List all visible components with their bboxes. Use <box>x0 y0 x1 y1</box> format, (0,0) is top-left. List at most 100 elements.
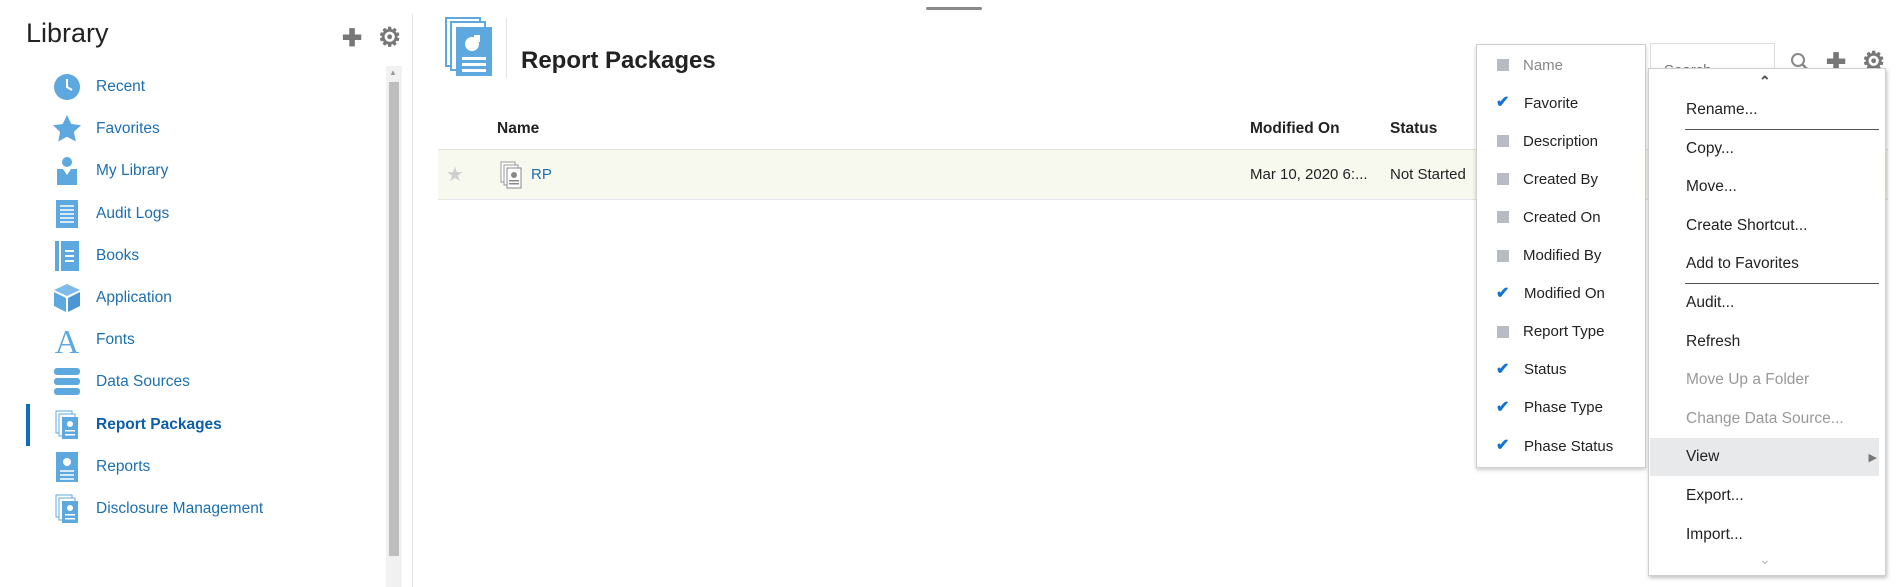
column-toggle-phase-status[interactable]: ✔ Phase Status <box>1477 428 1645 464</box>
header-divider <box>506 18 507 78</box>
checkmark-icon: ✔ <box>1496 360 1510 378</box>
menu-item-label: Add to Favorites <box>1686 255 1799 273</box>
menu-item-label: View <box>1686 448 1720 466</box>
unchecked-box-icon <box>1497 211 1509 224</box>
sidebar-item-label: Books <box>96 246 140 264</box>
report-package-icon <box>52 494 82 524</box>
sidebar-item-audit-logs[interactable]: Audit Logs <box>40 194 370 234</box>
menu-item-view[interactable]: View ▶ <box>1650 438 1879 477</box>
sidebar-item-label: Recent <box>96 78 146 95</box>
sidebar-item-recent[interactable]: Recent <box>40 67 370 107</box>
menu-item-export[interactable]: Export... <box>1650 477 1879 515</box>
sidebar-item-favorites[interactable]: Favorites <box>40 109 370 149</box>
column-toggle-modified-on[interactable]: ✔ Modified On <box>1477 276 1645 312</box>
menu-item-label: Refresh <box>1686 332 1741 350</box>
menu-item-label: Export... <box>1686 487 1744 504</box>
sidebar-item-fonts[interactable]: A Fonts <box>40 320 370 360</box>
column-toggle-description[interactable]: Description <box>1477 123 1645 159</box>
document-lines-icon <box>52 199 82 229</box>
column-toggle-phase-type[interactable]: ✔ Phase Type <box>1477 390 1645 426</box>
column-header-modified-on[interactable]: Modified On <box>1250 120 1340 138</box>
checkmark-icon: ✔ <box>1496 398 1510 416</box>
column-toggle-label: Created By <box>1523 170 1599 188</box>
sidebar-item-report-packages[interactable]: Report Packages <box>40 405 370 445</box>
menu-item-create-shortcut[interactable]: Create Shortcut... <box>1650 207 1879 245</box>
column-toggle-label: Status <box>1524 361 1567 379</box>
row-name-link[interactable]: RP <box>531 166 552 183</box>
column-toggle-label: Modified By <box>1523 247 1602 264</box>
column-toggle-modified-by[interactable]: Modified By <box>1477 238 1645 274</box>
sidebar-item-label: Fonts <box>96 331 135 349</box>
submenu-arrow-icon: ▶ <box>1868 451 1877 464</box>
menu-item-label: Move Up a Folder <box>1686 371 1810 389</box>
checkmark-icon: ✔ <box>1496 94 1510 112</box>
unchecked-box-icon <box>1497 173 1509 186</box>
column-toggle-favorite[interactable]: ✔ Favorite <box>1477 85 1645 121</box>
sidebar-item-label: Disclosure Management <box>96 500 264 517</box>
svg-text:A: A <box>55 325 80 355</box>
unchecked-box-icon <box>1497 135 1509 148</box>
divider <box>412 14 413 587</box>
menu-item-label: Change Data Source... <box>1686 409 1844 427</box>
menu-item-import[interactable]: Import... <box>1650 516 1879 554</box>
scrollbar-thumb[interactable] <box>389 82 399 556</box>
menu-item-label: Create Shortcut... <box>1686 216 1808 234</box>
clock-icon <box>52 72 82 102</box>
report-package-icon <box>445 17 492 76</box>
column-toggle-created-by[interactable]: Created By <box>1477 161 1645 197</box>
font-icon: A <box>52 325 82 355</box>
menu-item-audit[interactable]: Audit... <box>1650 284 1879 322</box>
column-toggle-label: Description <box>1523 132 1599 150</box>
column-visibility-menu: Name ✔ Favorite Description Created By Create… <box>1476 44 1646 468</box>
column-toggle-created-on[interactable]: Created On <box>1477 199 1645 235</box>
menu-item-move-up-a-folder[interactable]: Move Up a Folder <box>1650 361 1879 399</box>
sidebar-item-application[interactable]: Application <box>40 278 370 318</box>
scroll-up-arrow-icon[interactable]: ▲ <box>389 68 397 77</box>
menu-item-change-data-source[interactable]: Change Data Source... <box>1650 400 1879 438</box>
sidebar-item-label: Data Sources <box>96 373 190 391</box>
column-header-status[interactable]: Status <box>1390 120 1437 138</box>
column-toggle-status[interactable]: ✔ Status <box>1477 352 1645 388</box>
add-button[interactable]: ✚ <box>342 24 362 53</box>
sidebar-item-my-library[interactable]: My Library <box>40 151 370 191</box>
sidebar-item-data-sources[interactable]: Data Sources <box>40 362 370 402</box>
unchecked-box-icon <box>1497 325 1509 338</box>
menu-item-label: Copy... <box>1686 139 1734 157</box>
menu-item-move[interactable]: Move... <box>1650 168 1879 206</box>
settings-button[interactable]: ⚙ <box>378 22 401 53</box>
column-toggle-label: Report Type <box>1523 323 1605 341</box>
report-icon <box>52 451 82 482</box>
sidebar-item-label: Favorites <box>96 120 160 138</box>
column-toggle-label: Phase Status <box>1524 437 1614 455</box>
column-toggle-label: Name <box>1523 56 1564 74</box>
column-toggle-name[interactable]: Name <box>1477 47 1645 83</box>
database-icon <box>52 367 82 397</box>
sidebar-item-disclosure-management[interactable]: Disclosure Management <box>40 489 370 529</box>
report-package-icon <box>52 410 82 440</box>
sidebar-item-label: Audit Logs <box>96 204 170 222</box>
favorite-star-icon[interactable]: ★ <box>446 162 464 187</box>
sidebar-item-label: Report Packages <box>96 415 222 433</box>
drag-handle[interactable] <box>926 7 982 10</box>
column-toggle-label: Modified On <box>1524 285 1605 303</box>
menu-item-rename[interactable]: Rename... <box>1650 91 1879 129</box>
column-toggle-label: Created On <box>1523 208 1601 226</box>
report-package-icon <box>500 161 522 189</box>
menu-item-label: Import... <box>1686 525 1743 543</box>
column-toggle-report-type[interactable]: Report Type <box>1477 314 1645 350</box>
menu-item-refresh[interactable]: Refresh <box>1650 323 1879 361</box>
scroll-up-chevron-icon[interactable]: ⌃ <box>1759 73 1771 90</box>
active-indicator <box>26 403 30 446</box>
sidebar-item-label: My Library <box>96 162 169 180</box>
sidebar-item-label: Application <box>96 289 172 306</box>
star-icon <box>52 114 82 144</box>
column-header-name[interactable]: Name <box>497 120 539 138</box>
sidebar-item-books[interactable]: Books <box>40 236 370 276</box>
column-toggle-label: Phase Type <box>1524 399 1603 417</box>
menu-item-label: Rename... <box>1686 101 1758 118</box>
sidebar-item-reports[interactable]: Reports <box>40 447 370 487</box>
user-icon <box>52 156 82 186</box>
menu-item-add-to-favorites[interactable]: Add to Favorites <box>1650 245 1879 283</box>
row-status: Not Started <box>1390 166 1466 183</box>
menu-item-copy[interactable]: Copy... <box>1650 130 1879 168</box>
